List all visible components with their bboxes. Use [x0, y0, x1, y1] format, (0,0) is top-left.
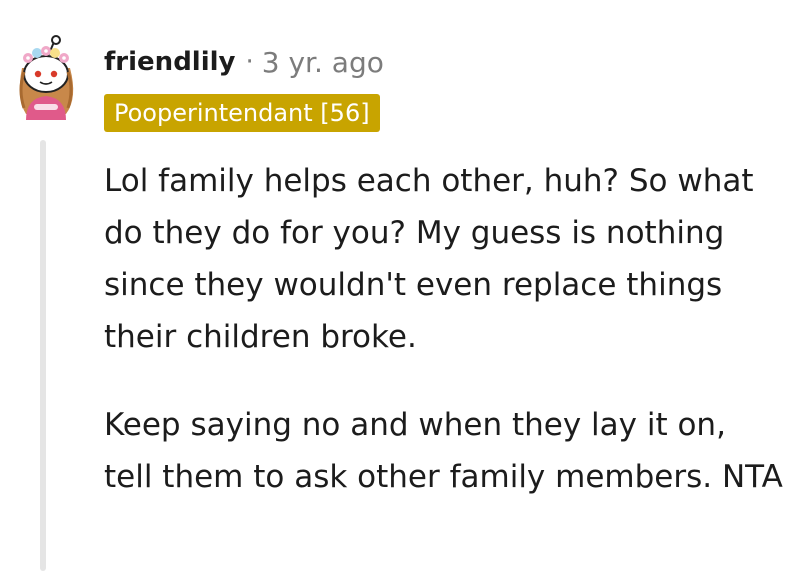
- comment-paragraph: Lol family helps each other, huh? So wha…: [104, 163, 754, 355]
- user-avatar-icon[interactable]: [8, 28, 84, 120]
- comment-body: Lol family helps each other, huh? So wha…: [104, 155, 784, 503]
- comment-header: friendlily · 3 yr. ago: [104, 42, 384, 82]
- username-link[interactable]: friendlily: [104, 47, 236, 77]
- comment-paragraph: Keep saying no and when they lay it on, …: [104, 407, 783, 495]
- comment-timestamp[interactable]: 3 yr. ago: [262, 46, 384, 79]
- user-flair-badge: Pooperintendant [56]: [104, 94, 380, 132]
- meta-separator: ·: [245, 47, 254, 77]
- comment-thread-line[interactable]: [40, 140, 46, 571]
